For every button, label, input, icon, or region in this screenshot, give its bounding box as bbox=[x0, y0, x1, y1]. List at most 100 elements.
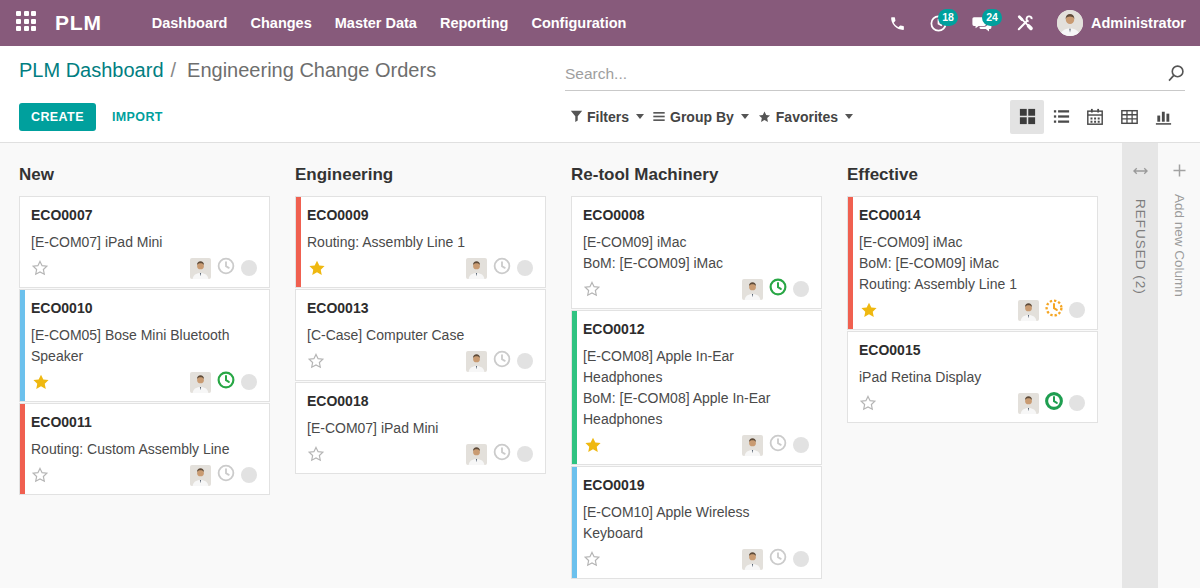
card-color-bar bbox=[20, 404, 25, 494]
priority-star-icon[interactable] bbox=[859, 300, 879, 320]
nav-menu-item-changes[interactable]: Changes bbox=[250, 15, 311, 31]
responsible-avatar[interactable] bbox=[742, 435, 763, 456]
nav-menu-item-reporting[interactable]: Reporting bbox=[440, 15, 508, 31]
nav-menu-item-master-data[interactable]: Master Data bbox=[335, 15, 417, 31]
status-dot[interactable] bbox=[1069, 302, 1085, 318]
status-dot[interactable] bbox=[517, 446, 533, 462]
activity-clock-icon[interactable] bbox=[493, 443, 511, 465]
search-icon[interactable] bbox=[1166, 64, 1185, 83]
kanban-board: New ECO0007 [E-COM07] iPad Mini ECO0010 … bbox=[0, 143, 1200, 588]
favorites-label: Favorites bbox=[776, 109, 838, 125]
priority-star-icon[interactable] bbox=[31, 466, 49, 484]
activity-clock-icon[interactable] bbox=[1045, 392, 1063, 414]
top-navbar: PLM Dashboard Changes Master Data Reporting… bbox=[0, 0, 1200, 46]
responsible-avatar[interactable] bbox=[466, 258, 487, 279]
calendar-view-button[interactable] bbox=[1078, 100, 1112, 134]
activities-icon[interactable]: 18 bbox=[929, 14, 948, 33]
responsible-avatar[interactable] bbox=[742, 549, 763, 570]
priority-star-icon[interactable] bbox=[583, 550, 601, 568]
priority-star-icon[interactable] bbox=[307, 445, 325, 463]
kanban-card[interactable]: ECO0007 [E-COM07] iPad Mini bbox=[19, 196, 270, 288]
column-title[interactable]: Effective bbox=[847, 155, 1098, 196]
card-reference: ECO0012 bbox=[583, 321, 809, 337]
kanban-card[interactable]: ECO0015 iPad Retina Display bbox=[847, 331, 1098, 423]
nav-menu-item-dashboard[interactable]: Dashboard bbox=[152, 15, 228, 31]
status-dot[interactable] bbox=[793, 281, 809, 297]
activity-clock-icon[interactable] bbox=[1045, 299, 1063, 321]
responsible-avatar[interactable] bbox=[742, 279, 763, 300]
column-title[interactable]: New bbox=[19, 155, 270, 196]
priority-star-icon[interactable] bbox=[859, 394, 877, 412]
kanban-card[interactable]: ECO0018 [E-COM07] iPad Mini bbox=[295, 382, 546, 474]
kanban-view-button[interactable] bbox=[1010, 100, 1044, 134]
status-dot[interactable] bbox=[241, 467, 257, 483]
pivot-view-button[interactable] bbox=[1112, 100, 1146, 134]
breadcrumb: PLM Dashboard / Engineering Change Order… bbox=[19, 59, 436, 82]
responsible-avatar[interactable] bbox=[190, 372, 211, 393]
priority-star-icon[interactable] bbox=[31, 259, 49, 277]
phone-icon[interactable] bbox=[889, 15, 906, 32]
add-new-column[interactable]: Add new Column bbox=[1158, 143, 1200, 297]
folded-column-refused[interactable]: REFUSED (2) bbox=[1122, 143, 1158, 588]
username-label: Administrator bbox=[1091, 15, 1186, 31]
search-input[interactable] bbox=[565, 65, 1166, 83]
card-reference: ECO0010 bbox=[31, 300, 257, 316]
nav-menu-item-configuration[interactable]: Configuration bbox=[531, 15, 626, 31]
card-color-bar bbox=[20, 290, 25, 401]
user-menu[interactable]: Administrator bbox=[1057, 10, 1186, 36]
activity-clock-icon[interactable] bbox=[217, 257, 235, 279]
apps-menu-icon[interactable] bbox=[16, 11, 40, 35]
priority-star-icon[interactable] bbox=[31, 372, 51, 392]
app-brand[interactable]: PLM bbox=[55, 11, 102, 35]
group-by-dropdown[interactable]: Group By bbox=[652, 109, 749, 125]
kanban-card[interactable]: ECO0009 Routing: Assembly Line 1 bbox=[295, 196, 546, 288]
message-count-badge: 24 bbox=[982, 9, 1002, 26]
activity-clock-icon[interactable] bbox=[217, 464, 235, 486]
kanban-card[interactable]: ECO0012 [E-COM08] Apple In-Ear Headphone… bbox=[571, 310, 822, 465]
kanban-card[interactable]: ECO0010 [E-COM05] Bose Mini Bluetooth Sp… bbox=[19, 289, 270, 402]
column-title[interactable]: Re-tool Machinery bbox=[571, 155, 822, 196]
tools-icon[interactable] bbox=[1015, 14, 1034, 33]
activity-clock-icon[interactable] bbox=[769, 548, 787, 570]
breadcrumb-parent[interactable]: PLM Dashboard bbox=[19, 59, 164, 82]
kanban-card[interactable]: ECO0014 [E-COM09] iMacBoM: [E-COM09] iMa… bbox=[847, 196, 1098, 330]
breadcrumb-separator: / bbox=[171, 59, 177, 82]
kanban-card[interactable]: ECO0019 [E-COM10] Apple Wireless Keyboar… bbox=[571, 466, 822, 579]
list-view-button[interactable] bbox=[1044, 100, 1078, 134]
card-reference: ECO0011 bbox=[31, 414, 257, 430]
create-button[interactable]: CREATE bbox=[19, 103, 96, 131]
status-dot[interactable] bbox=[793, 437, 809, 453]
card-description: [E-COM09] iMacBoM: [E-COM09] iMacRouting… bbox=[859, 232, 1085, 295]
activity-clock-icon[interactable] bbox=[493, 350, 511, 372]
status-dot[interactable] bbox=[241, 374, 257, 390]
graph-view-button[interactable] bbox=[1146, 100, 1180, 134]
kanban-card[interactable]: ECO0008 [E-COM09] iMacBoM: [E-COM09] iMa… bbox=[571, 196, 822, 309]
column-title[interactable]: Engineering bbox=[295, 155, 546, 196]
status-dot[interactable] bbox=[1069, 395, 1085, 411]
activity-clock-icon[interactable] bbox=[769, 278, 787, 300]
responsible-avatar[interactable] bbox=[1018, 393, 1039, 414]
responsible-avatar[interactable] bbox=[190, 465, 211, 486]
kanban-card[interactable]: ECO0011 Routing: Custom Assembly Line bbox=[19, 403, 270, 495]
priority-star-icon[interactable] bbox=[583, 280, 601, 298]
activity-clock-icon[interactable] bbox=[493, 257, 511, 279]
responsible-avatar[interactable] bbox=[190, 258, 211, 279]
breadcrumb-current: Engineering Change Orders bbox=[187, 59, 436, 82]
favorites-dropdown[interactable]: Favorites bbox=[757, 109, 853, 125]
priority-star-icon[interactable] bbox=[583, 435, 603, 455]
activity-clock-icon[interactable] bbox=[769, 434, 787, 456]
responsible-avatar[interactable] bbox=[466, 351, 487, 372]
priority-star-icon[interactable] bbox=[307, 352, 325, 370]
kanban-card[interactable]: ECO0013 [C-Case] Computer Case bbox=[295, 289, 546, 381]
status-dot[interactable] bbox=[241, 260, 257, 276]
messages-icon[interactable]: 24 bbox=[971, 14, 992, 33]
filters-dropdown[interactable]: Filters bbox=[570, 109, 644, 125]
status-dot[interactable] bbox=[517, 353, 533, 369]
responsible-avatar[interactable] bbox=[1018, 300, 1039, 321]
import-button[interactable]: IMPORT bbox=[112, 110, 163, 124]
status-dot[interactable] bbox=[517, 260, 533, 276]
responsible-avatar[interactable] bbox=[466, 444, 487, 465]
status-dot[interactable] bbox=[793, 551, 809, 567]
activity-clock-icon[interactable] bbox=[217, 371, 235, 393]
priority-star-icon[interactable] bbox=[307, 258, 327, 278]
